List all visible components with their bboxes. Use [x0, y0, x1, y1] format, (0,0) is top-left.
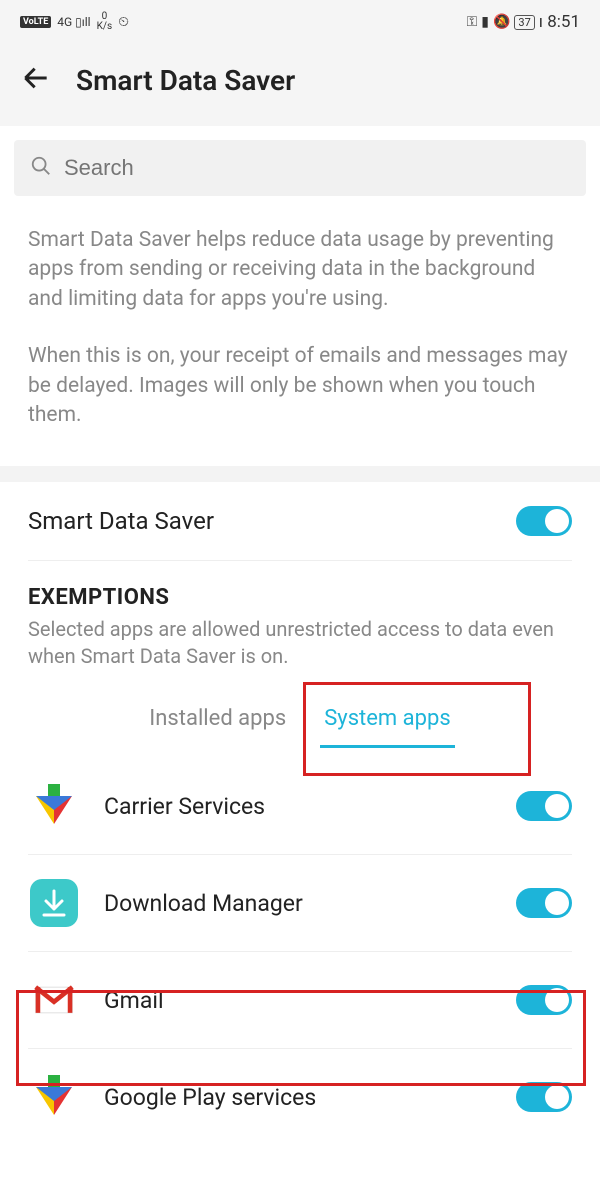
carrier-services-icon — [28, 780, 80, 832]
clock-icon: ⏲ — [118, 14, 129, 30]
app-list: Carrier Services Download Manager Gmail — [0, 758, 600, 1145]
bluetooth-icon: ⚿ — [467, 14, 478, 30]
app-row-download-manager: Download Manager — [28, 855, 572, 952]
exemptions-header: EXEMPTIONS Selected apps are allowed unr… — [0, 561, 600, 678]
app-name: Google Play services — [104, 1084, 492, 1111]
gmail-icon — [28, 974, 80, 1026]
description-p1: Smart Data Saver helps reduce data usage… — [28, 226, 572, 314]
back-arrow-icon[interactable] — [20, 62, 52, 98]
dnd-icon: 🔕 — [493, 14, 510, 30]
carrier-services-toggle[interactable] — [516, 791, 572, 821]
status-bar: VoLTE 4G ▯ıll 0 K/s ⏲ ⚿ ▮ 🔕 37 ı 8:51 — [0, 0, 600, 44]
exemptions-title: EXEMPTIONS — [28, 585, 572, 610]
data-speed: 0 K/s — [97, 12, 113, 32]
search-container — [0, 126, 600, 196]
smart-data-saver-toggle[interactable] — [516, 506, 572, 536]
download-manager-toggle[interactable] — [516, 888, 572, 918]
status-right: ⚿ ▮ 🔕 37 ı 8:51 — [467, 12, 580, 32]
description-p2: When this is on, your receipt of emails … — [28, 342, 572, 430]
smart-data-saver-label: Smart Data Saver — [28, 507, 214, 535]
download-manager-icon — [28, 877, 80, 929]
app-row-google-play-services: Google Play services — [28, 1049, 572, 1145]
signal-icon: 4G ▯ıll — [57, 15, 90, 29]
app-row-carrier-services: Carrier Services — [28, 758, 572, 855]
tab-system-apps[interactable]: System apps — [320, 698, 454, 748]
exemptions-subtitle: Selected apps are allowed unrestricted a… — [28, 616, 572, 670]
status-time: ı 8:51 — [539, 12, 580, 32]
search-input[interactable] — [64, 155, 570, 181]
google-play-services-toggle[interactable] — [516, 1082, 572, 1112]
app-name: Gmail — [104, 987, 492, 1014]
app-row-gmail: Gmail — [28, 952, 572, 1049]
search-box[interactable] — [14, 140, 586, 196]
tab-installed-apps[interactable]: Installed apps — [145, 698, 290, 748]
exemptions-tabs: Installed apps System apps — [0, 678, 600, 758]
app-name: Carrier Services — [104, 793, 492, 820]
app-name: Download Manager — [104, 890, 492, 917]
battery-icon: ▮ — [481, 14, 489, 30]
page-title: Smart Data Saver — [76, 64, 295, 97]
description-block: Smart Data Saver helps reduce data usage… — [0, 196, 600, 466]
google-play-services-icon — [28, 1071, 80, 1123]
page-header: Smart Data Saver — [0, 44, 600, 126]
section-divider — [0, 466, 600, 482]
smart-data-saver-row: Smart Data Saver — [0, 482, 600, 560]
battery-percent: 37 — [514, 15, 534, 30]
volte-icon: VoLTE — [20, 16, 51, 28]
gmail-toggle[interactable] — [516, 985, 572, 1015]
search-icon — [30, 155, 52, 181]
status-left: VoLTE 4G ▯ıll 0 K/s ⏲ — [20, 12, 129, 32]
